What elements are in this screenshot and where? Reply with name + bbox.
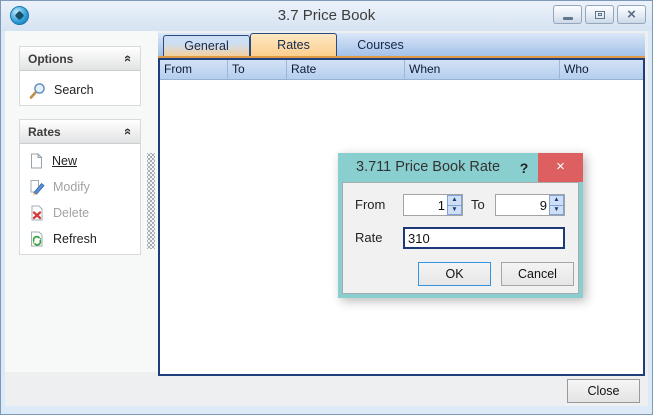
search-icon: [29, 82, 46, 99]
sidebar-item-new[interactable]: New: [29, 148, 140, 174]
sidebar-item-label: Modify: [53, 180, 90, 194]
sidebar-item-label: Refresh: [53, 232, 97, 246]
window-controls: ×: [553, 5, 646, 24]
maximize-icon: [595, 11, 605, 19]
price-book-window: 3.7 Price Book × Options «: [0, 0, 653, 415]
column-header-rate[interactable]: Rate: [287, 60, 405, 79]
close-icon: ×: [627, 6, 636, 23]
table-header-row: From To Rate When Who: [160, 60, 643, 80]
to-spin-down-button[interactable]: ▼: [549, 205, 564, 216]
sidebar-item-label: Delete: [53, 206, 89, 220]
arrow-up-icon: ▲: [451, 197, 457, 204]
footer-close-button[interactable]: Close: [567, 379, 640, 403]
rate-label: Rate: [355, 227, 382, 249]
column-header-when[interactable]: When: [405, 60, 560, 79]
from-spin-up-button[interactable]: ▲: [447, 195, 462, 205]
sidebar-item-refresh[interactable]: Refresh: [29, 226, 140, 252]
sidebar-item-label: New: [52, 154, 77, 168]
to-spin-up-button[interactable]: ▲: [549, 195, 564, 205]
refresh-icon: [29, 231, 45, 247]
collapse-chevron-icon: «: [121, 55, 136, 62]
ok-button[interactable]: OK: [418, 262, 491, 286]
minimize-button[interactable]: [553, 5, 582, 24]
new-document-icon: [29, 153, 44, 169]
tab-courses[interactable]: Courses: [337, 35, 424, 56]
dialog-body: From ▲ ▼ To ▲: [342, 182, 579, 294]
sidebar-item-modify[interactable]: Modify: [29, 174, 140, 200]
price-book-rate-dialog: 3.711 Price Book Rate ? × From ▲ ▼ To: [338, 153, 583, 298]
dialog-close-button[interactable]: ×: [538, 153, 583, 182]
sidebar: Options « Search Rates «: [5, 31, 158, 372]
window-titlebar: 3.7 Price Book ×: [1, 1, 652, 31]
rates-panel-header[interactable]: Rates «: [20, 120, 140, 144]
column-header-who[interactable]: Who: [560, 60, 643, 79]
tab-general[interactable]: General: [163, 35, 250, 56]
tab-label: Rates: [277, 38, 310, 52]
arrow-down-icon: ▼: [553, 207, 559, 214]
cancel-button[interactable]: Cancel: [501, 262, 574, 286]
maximize-button[interactable]: [585, 5, 614, 24]
dialog-help-button[interactable]: ?: [514, 155, 534, 181]
rate-input[interactable]: [403, 227, 565, 249]
options-panel-header[interactable]: Options «: [20, 47, 140, 71]
rates-panel-title: Rates: [28, 125, 61, 139]
to-label: To: [471, 194, 485, 216]
tab-strip: General Rates Courses: [158, 33, 645, 56]
options-panel-body: Search: [20, 71, 140, 105]
from-label: From: [355, 194, 385, 216]
sidebar-item-label: Search: [54, 83, 94, 97]
from-input[interactable]: [404, 195, 447, 215]
to-input[interactable]: [496, 195, 549, 215]
arrow-up-icon: ▲: [553, 197, 559, 204]
dialog-title: 3.711 Price Book Rate: [356, 153, 500, 182]
options-panel: Options « Search: [19, 46, 141, 106]
column-header-from[interactable]: From: [160, 60, 228, 79]
options-panel-title: Options: [28, 52, 73, 66]
from-spinner: ▲ ▼: [403, 194, 463, 216]
close-window-button[interactable]: ×: [617, 5, 646, 24]
to-spinner: ▲ ▼: [495, 194, 565, 216]
delete-icon: [29, 205, 45, 221]
minimize-icon: [563, 17, 573, 20]
modify-icon: [29, 179, 45, 195]
rates-panel: Rates « New: [19, 119, 141, 255]
tab-label: Courses: [357, 38, 404, 52]
collapse-chevron-icon: «: [121, 128, 136, 135]
rates-panel-body: New Modify: [20, 144, 140, 252]
tab-rates[interactable]: Rates: [250, 33, 337, 56]
tab-label: General: [184, 39, 228, 53]
from-spin-down-button[interactable]: ▼: [447, 205, 462, 216]
column-header-to[interactable]: To: [228, 60, 287, 79]
arrow-down-icon: ▼: [451, 207, 457, 214]
sidebar-item-delete[interactable]: Delete: [29, 200, 140, 226]
sidebar-splitter[interactable]: [147, 153, 155, 249]
sidebar-item-search[interactable]: Search: [29, 75, 140, 105]
